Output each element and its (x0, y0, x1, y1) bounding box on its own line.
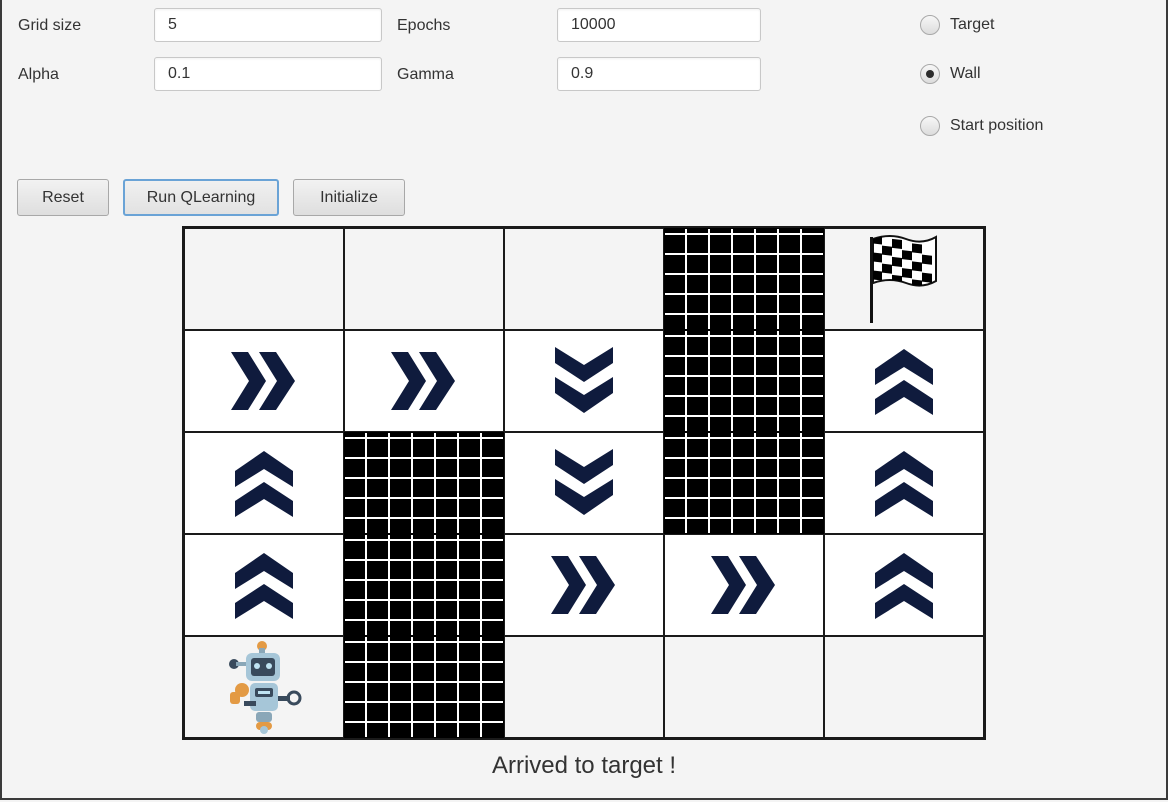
grid-cell-agent[interactable] (184, 636, 344, 738)
radio-circle-icon[interactable] (920, 64, 940, 84)
grid-cell-policy-up[interactable] (824, 432, 984, 534)
grid-cell-empty[interactable] (504, 228, 664, 330)
grid-cell-policy-right[interactable] (184, 330, 344, 432)
grid-cell-wall[interactable] (344, 636, 504, 738)
double-chevron-up-icon (873, 345, 935, 417)
checkered-flag-icon (868, 233, 940, 325)
radio-label: Target (950, 16, 995, 33)
double-chevron-right-icon (709, 554, 779, 616)
q-learning-grid (182, 226, 986, 740)
grid-size-input[interactable] (154, 8, 382, 42)
robot-icon (222, 640, 306, 734)
double-chevron-right-icon (389, 350, 459, 412)
grid-cell-policy-up[interactable] (824, 330, 984, 432)
grid-cell-empty[interactable] (344, 228, 504, 330)
status-message: Arrived to target ! (491, 752, 677, 779)
double-chevron-down-icon (553, 447, 615, 519)
epochs-input[interactable] (557, 8, 761, 42)
grid-size-label: Grid size (18, 17, 82, 34)
grid-cell-policy-up[interactable] (184, 432, 344, 534)
run-qlearning-button[interactable]: Run QLearning (123, 179, 279, 216)
alpha-input[interactable] (154, 57, 382, 91)
double-chevron-right-icon (549, 554, 619, 616)
double-chevron-up-icon (233, 447, 295, 519)
grid-cell-empty[interactable] (824, 636, 984, 738)
grid-cell-policy-down[interactable] (504, 330, 664, 432)
epochs-label: Epochs (397, 17, 451, 34)
radio-label: Start position (950, 117, 1044, 134)
grid-cell-wall[interactable] (664, 432, 824, 534)
double-chevron-right-icon (229, 350, 299, 412)
grid-cell-empty[interactable] (504, 636, 664, 738)
grid-cell-policy-down[interactable] (504, 432, 664, 534)
double-chevron-up-icon (233, 549, 295, 621)
grid-cell-policy-right[interactable] (664, 534, 824, 636)
grid-cell-policy-up[interactable] (824, 534, 984, 636)
radio-target[interactable]: Target (920, 15, 994, 35)
radio-circle-icon[interactable] (920, 116, 940, 136)
grid-cell-policy-right[interactable] (344, 330, 504, 432)
grid-cell-wall[interactable] (664, 330, 824, 432)
radio-label: Wall (950, 65, 981, 82)
gamma-label: Gamma (397, 66, 454, 83)
grid-cell-policy-up[interactable] (184, 534, 344, 636)
gamma-input[interactable] (557, 57, 761, 91)
radio-circle-icon[interactable] (920, 15, 940, 35)
radio-wall[interactable]: Wall (920, 64, 981, 84)
initialize-button[interactable]: Initialize (293, 179, 405, 216)
grid-cell-policy-right[interactable] (504, 534, 664, 636)
grid-cell-wall[interactable] (344, 432, 504, 534)
double-chevron-down-icon (553, 345, 615, 417)
double-chevron-up-icon (873, 447, 935, 519)
grid-cell-empty[interactable] (664, 636, 824, 738)
alpha-label: Alpha (18, 66, 59, 83)
double-chevron-up-icon (873, 549, 935, 621)
radio-start-position[interactable]: Start position (920, 116, 1043, 136)
grid-cell-target[interactable] (824, 228, 984, 330)
grid-cell-wall[interactable] (664, 228, 824, 330)
grid-cell-wall[interactable] (344, 534, 504, 636)
reset-button[interactable]: Reset (17, 179, 109, 216)
grid-cell-empty[interactable] (184, 228, 344, 330)
